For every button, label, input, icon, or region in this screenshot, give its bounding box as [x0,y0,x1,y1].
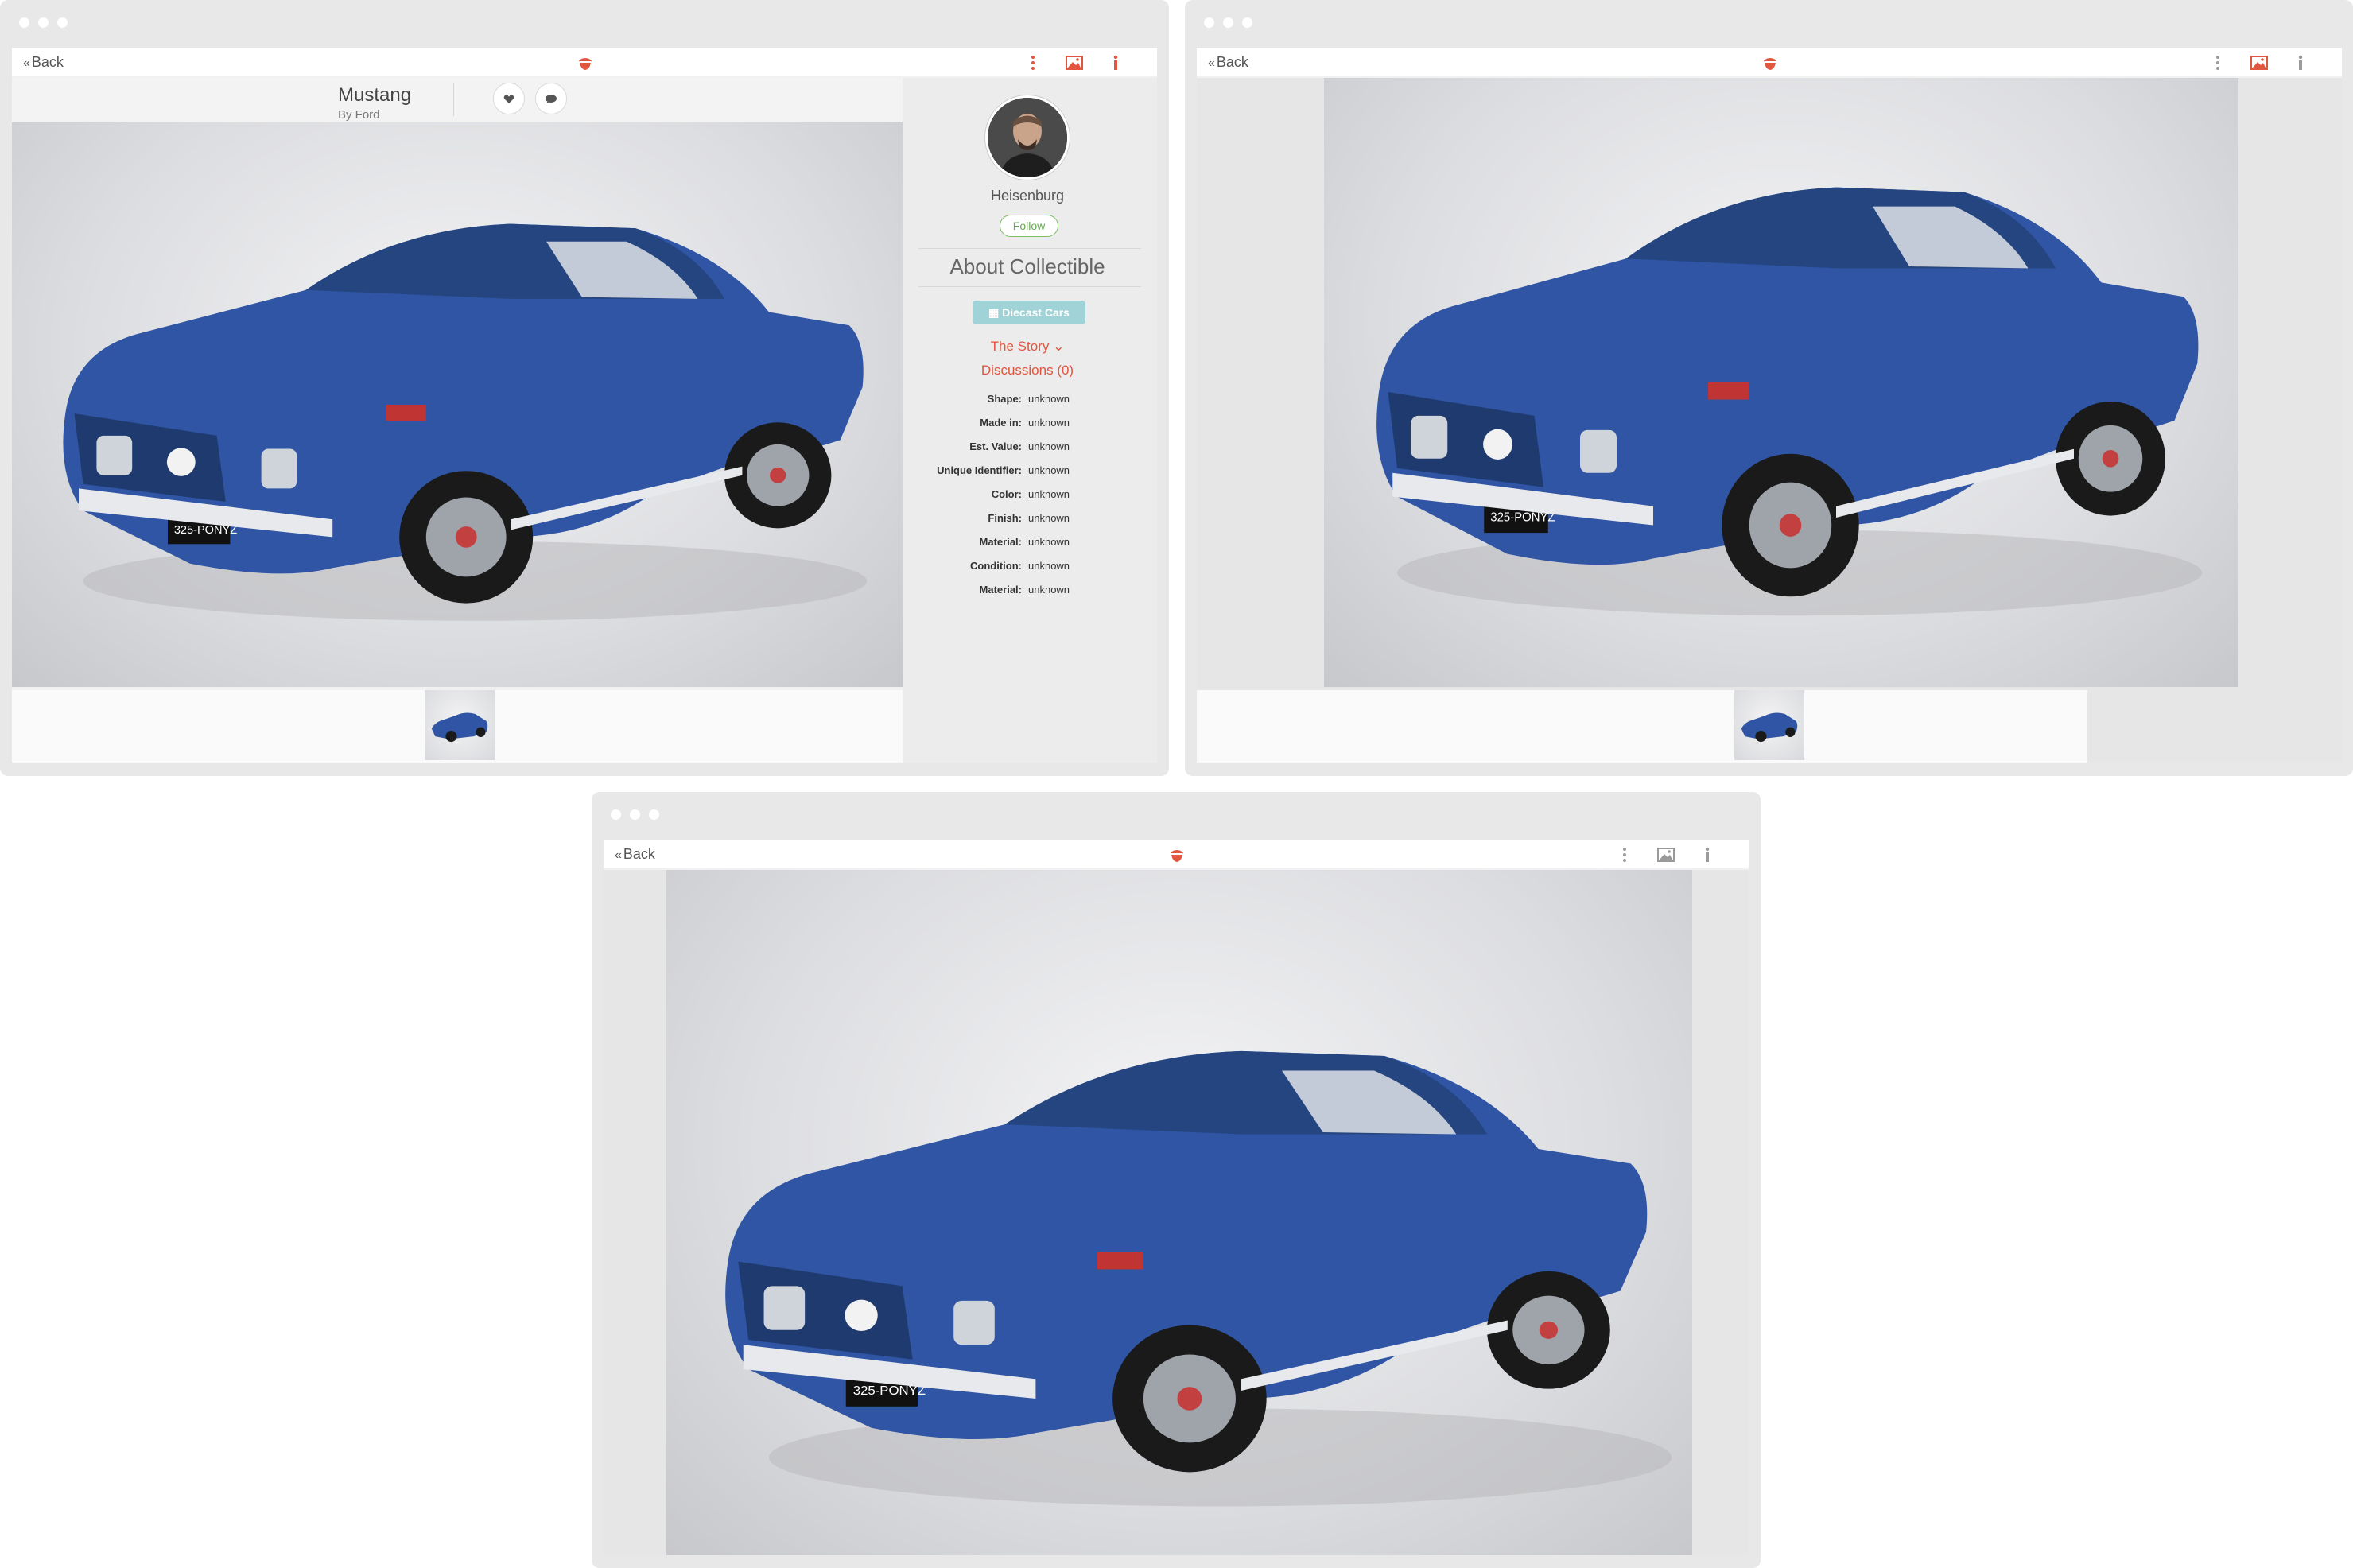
back-label: Back [31,54,64,70]
discussions-link[interactable]: Discussions (0) [903,363,1152,378]
chevron-down-icon: ⌄ [1053,339,1065,354]
window-close-dot[interactable] [1204,17,1214,28]
property-row: Finish: unknown [903,512,1152,536]
like-button[interactable] [493,83,525,114]
window-maximize-dot[interactable] [57,17,68,28]
window-minimize-dot[interactable] [1223,17,1233,28]
back-button[interactable]: «Back [1208,54,1248,71]
info-icon[interactable] [2291,53,2310,72]
about-heading: About Collectible [949,254,1105,278]
back-button[interactable]: «Back [23,54,64,71]
top-toolbar: «Back [12,48,1157,78]
property-value: unknown [1028,441,1070,452]
property-key: Color: [991,488,1022,500]
main-car-photo[interactable]: 325-PONYZ [1324,78,2238,687]
property-key: Material: [979,536,1022,548]
window-controls [1204,17,1261,29]
property-value: unknown [1028,393,1070,405]
thumbnail-strip [1197,690,2087,763]
thumbnail-strip [12,690,903,763]
sidebar-divider [918,248,1141,249]
comment-button[interactable] [535,83,567,114]
property-key: Material: [979,584,1022,596]
property-key: Finish: [988,512,1022,524]
info-icon[interactable] [1106,53,1125,72]
property-row: Est. Value: unknown [903,441,1152,464]
comment-icon [546,94,557,103]
chevron-double-left-icon: « [23,56,30,70]
image-icon[interactable] [2250,53,2269,72]
window-controls [19,17,76,29]
property-row: Material: unknown [903,536,1152,560]
image-icon[interactable] [1065,53,1084,72]
app-window-details: «Back Mustang By Ford 325-PONYZ Heisenbu… [0,0,1169,776]
title-bar: Mustang By Ford [12,78,903,122]
thumbnail-car[interactable] [425,690,495,760]
photo-stage: 325-PONYZ [1197,78,2342,763]
photo-stage: Mustang By Ford 325-PONYZ [12,78,903,763]
window-minimize-dot[interactable] [630,809,640,820]
main-car-photo[interactable]: 325-PONYZ [12,122,903,687]
story-toggle[interactable]: The Story ⌄ [903,339,1152,355]
thumbnail-car[interactable] [1734,690,1804,760]
story-label: The Story [990,339,1050,354]
heart-icon [503,94,514,103]
window-maximize-dot[interactable] [1242,17,1252,28]
user-avatar[interactable] [985,95,1070,180]
main-car-photo[interactable]: 325-PONYZ [666,870,1692,1555]
acorn-logo-icon[interactable] [577,54,594,72]
app-window-gallery: «Back 325-PONYZ [1185,0,2353,776]
property-value: unknown [1028,584,1070,596]
collectible-maker: By Ford [338,108,380,122]
window-close-dot[interactable] [19,17,29,28]
back-label: Back [623,846,655,862]
category-icon: ▦ [988,306,1003,319]
follow-button[interactable]: Follow [1000,215,1058,237]
property-row: Condition: unknown [903,560,1152,584]
top-toolbar: «Back [604,840,1749,870]
window-controls [611,809,668,821]
more-vertical-icon[interactable] [2208,53,2227,72]
window-minimize-dot[interactable] [38,17,49,28]
property-key: Est. Value: [969,441,1022,452]
property-key: Shape: [987,393,1022,405]
category-label: Diecast Cars [1002,306,1070,319]
property-value: unknown [1028,464,1070,476]
info-icon[interactable] [1698,845,1717,864]
window-maximize-dot[interactable] [649,809,659,820]
username[interactable]: Heisenburg [903,188,1152,204]
property-key: Condition: [970,560,1022,572]
property-key: Unique Identifier: [937,464,1022,476]
more-vertical-icon[interactable] [1615,845,1634,864]
property-list: Shape: unknown Made in: unknown Est. Value… [903,393,1152,607]
property-row: Unique Identifier: unknown [903,464,1152,488]
acorn-logo-icon[interactable] [1168,846,1186,864]
chevron-double-left-icon: « [1208,56,1215,70]
app-window-fullscreen: «Back 325-PONYZ [592,792,1761,1568]
collectible-title: Mustang [338,84,412,106]
back-button[interactable]: «Back [615,846,655,863]
back-label: Back [1216,54,1248,70]
sidebar-divider [918,286,1141,287]
photo-stage: 325-PONYZ [604,870,1749,1555]
property-row: Color: unknown [903,488,1152,512]
property-value: unknown [1028,417,1070,429]
property-row: Shape: unknown [903,393,1152,417]
property-value: unknown [1028,488,1070,500]
category-badge[interactable]: ▦ Diecast Cars [973,301,1085,324]
more-vertical-icon[interactable] [1023,53,1043,72]
info-sidebar: Heisenburg Follow About Collectible ▦ Di… [903,78,1157,763]
title-divider [453,83,454,116]
property-value: unknown [1028,560,1070,572]
chevron-double-left-icon: « [615,848,622,862]
property-row: Made in: unknown [903,417,1152,441]
property-value: unknown [1028,536,1070,548]
window-close-dot[interactable] [611,809,621,820]
image-icon[interactable] [1656,845,1675,864]
property-row: Material: unknown [903,584,1152,607]
property-value: unknown [1028,512,1070,524]
top-toolbar: «Back [1197,48,2342,78]
acorn-logo-icon[interactable] [1761,54,1779,72]
property-key: Made in: [980,417,1022,429]
